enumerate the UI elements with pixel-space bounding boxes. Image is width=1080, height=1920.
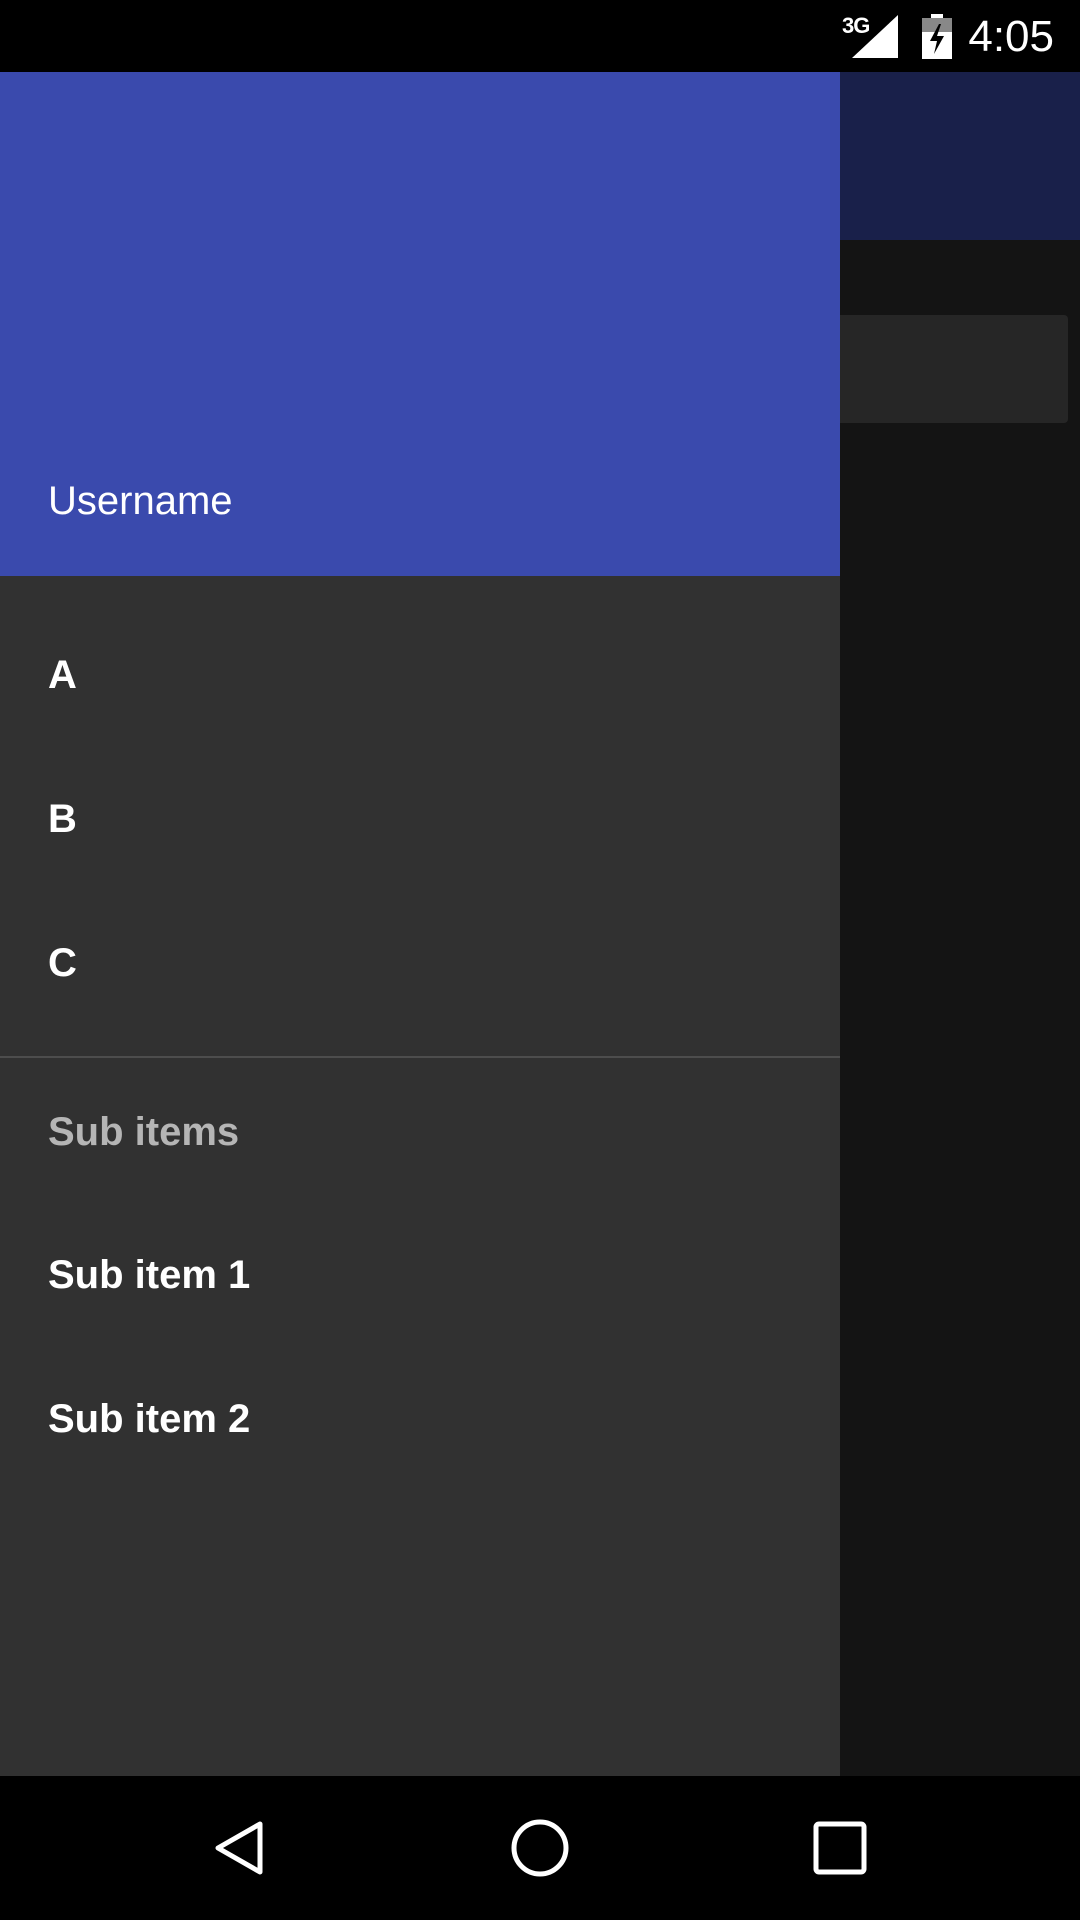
recents-icon (813, 1821, 867, 1875)
subheader-label: Sub items (48, 1109, 240, 1154)
menu-item-label: A (48, 652, 77, 697)
cell-signal-icon (852, 15, 898, 58)
menu-item-label: C (48, 940, 77, 985)
menu-item-a[interactable]: A (0, 603, 840, 747)
battery-charging-icon (922, 14, 952, 59)
menu-item-label: Sub item 1 (48, 1252, 251, 1297)
back-button[interactable] (190, 1798, 290, 1898)
menu-item-c[interactable]: C (0, 891, 840, 1035)
drawer-subheader: Sub items (0, 1060, 840, 1204)
system-nav-bar (0, 1776, 1080, 1920)
drawer-header: Username (0, 72, 840, 576)
navigation-drawer: Username A B C Sub items Sub item 1 Sub … (0, 72, 840, 1776)
menu-item-label: B (48, 796, 77, 841)
menu-item-sub-item-2[interactable]: Sub item 2 (0, 1347, 840, 1491)
menu-item-label: Sub item 2 (48, 1396, 251, 1441)
back-icon (215, 1821, 263, 1875)
menu-item-b[interactable]: B (0, 747, 840, 891)
divider (0, 1056, 840, 1058)
recents-button[interactable] (790, 1798, 890, 1898)
home-icon (511, 1819, 569, 1877)
home-button[interactable] (490, 1798, 590, 1898)
menu-item-sub-item-1[interactable]: Sub item 1 (0, 1203, 840, 1347)
status-bar: 3G 4:05 (0, 0, 1080, 72)
clock: 4:05 (968, 12, 1054, 61)
drawer-username: Username (48, 479, 233, 523)
